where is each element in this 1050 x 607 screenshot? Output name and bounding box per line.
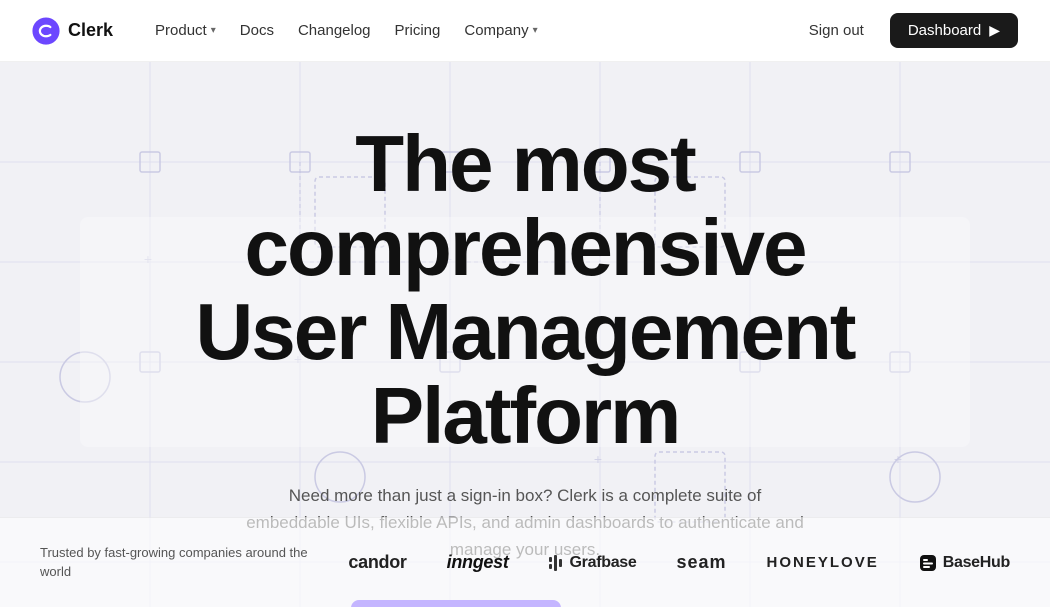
company-chevron-icon: ▾ — [533, 25, 538, 36]
nav-product[interactable]: Product ▾ — [145, 16, 226, 45]
nav-left: Clerk Product ▾ Docs Changelog Pricing C… — [32, 16, 548, 45]
basehub-icon — [919, 554, 937, 572]
nav-changelog[interactable]: Changelog — [288, 16, 381, 45]
hero-title: The most comprehensive User Management P… — [95, 122, 955, 458]
logo-inngest: inngest — [447, 552, 509, 573]
navigation: Clerk Product ▾ Docs Changelog Pricing C… — [0, 0, 1050, 62]
product-chevron-icon: ▾ — [211, 25, 216, 36]
logos-strip: Trusted by fast-growing companies around… — [0, 517, 1050, 607]
dashboard-button[interactable]: Dashboard ▶ — [890, 13, 1018, 48]
logo-text: Clerk — [68, 20, 113, 41]
nav-pricing[interactable]: Pricing — [385, 16, 451, 45]
sign-out-button[interactable]: Sign out — [799, 16, 874, 45]
logos-tagline: Trusted by fast-growing companies around… — [40, 544, 308, 580]
nav-docs[interactable]: Docs — [230, 16, 284, 45]
logo-basehub: BaseHub — [919, 554, 1010, 572]
logo-candor: candor — [348, 552, 406, 573]
grafbase-icon — [549, 555, 565, 571]
clerk-logo-icon — [32, 17, 60, 45]
dashboard-arrow-icon: ▶ — [989, 22, 1000, 39]
logos-list: candor inngest Grafbase seam — [348, 552, 1010, 573]
logo-seam: seam — [677, 552, 727, 573]
logo[interactable]: Clerk — [32, 17, 113, 45]
logo-grafbase: Grafbase — [549, 554, 637, 572]
hero-section: + + + + + + The most comprehensive User … — [0, 62, 1050, 607]
nav-company[interactable]: Company ▾ — [454, 16, 547, 45]
nav-right: Sign out Dashboard ▶ — [799, 13, 1018, 48]
nav-links: Product ▾ Docs Changelog Pricing Company… — [145, 16, 548, 45]
logo-honeylove: HONEYLOVE — [767, 554, 879, 571]
